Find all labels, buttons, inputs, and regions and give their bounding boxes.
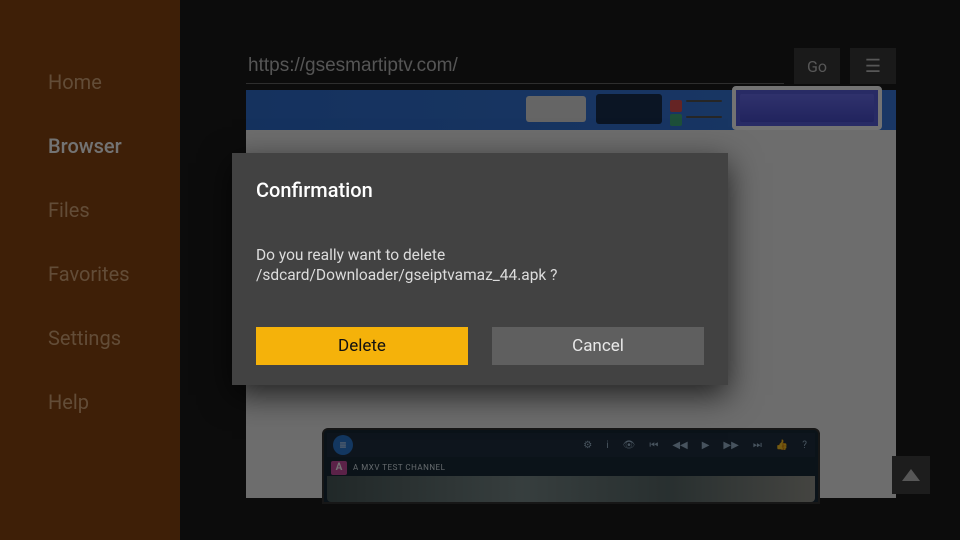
- confirmation-dialog: Confirmation Do you really want to delet…: [232, 153, 728, 385]
- cancel-button[interactable]: Cancel: [492, 327, 704, 365]
- dialog-title: Confirmation: [256, 178, 373, 202]
- delete-button[interactable]: Delete: [256, 327, 468, 365]
- dialog-buttons: Delete Cancel: [256, 327, 704, 365]
- dialog-message: Do you really want to delete /sdcard/Dow…: [256, 245, 704, 285]
